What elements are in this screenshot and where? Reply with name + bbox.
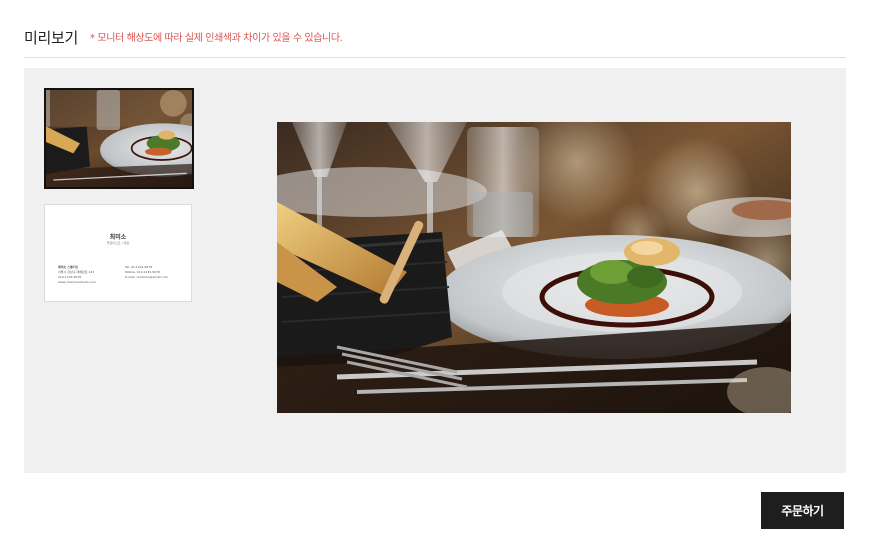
- main-preview-image: [277, 122, 791, 413]
- card-contact-info: Tel. 02-1234-5678 Mobile. 010-1234-5678 …: [125, 265, 185, 280]
- page-title: 미리보기: [24, 29, 79, 47]
- card-email: E-mail. choimiso@email.com: [125, 275, 169, 279]
- restaurant-photo-thumbnail: [46, 90, 192, 187]
- order-button[interactable]: 주문하기: [761, 492, 844, 529]
- card-company-info: 최미소 스튜디오 서울시 강남구 테헤란로 123 010-1234-5678 …: [58, 265, 118, 285]
- card-name: 최미소: [109, 234, 127, 241]
- card-title: 플로리스트 / 대표: [106, 241, 130, 245]
- preview-area: 최미소 플로리스트 / 대표 최미소 스튜디오 서울시 강남구 테헤란로 123…: [24, 68, 846, 473]
- restaurant-photo: [277, 122, 791, 413]
- thumbnail-photo[interactable]: [44, 88, 194, 189]
- color-notice: * 모니터 해상도에 따라 실제 인쇄색과 차이가 있을 수 있습니다.: [90, 33, 343, 44]
- card-website: www.choimisostudio.com: [58, 280, 96, 284]
- thumbnail-business-card[interactable]: 최미소 플로리스트 / 대표 최미소 스튜디오 서울시 강남구 테헤란로 123…: [44, 204, 192, 302]
- preview-header: 미리보기 * 모니터 해상도에 따라 실제 인쇄색과 차이가 있을 수 있습니다…: [24, 28, 846, 58]
